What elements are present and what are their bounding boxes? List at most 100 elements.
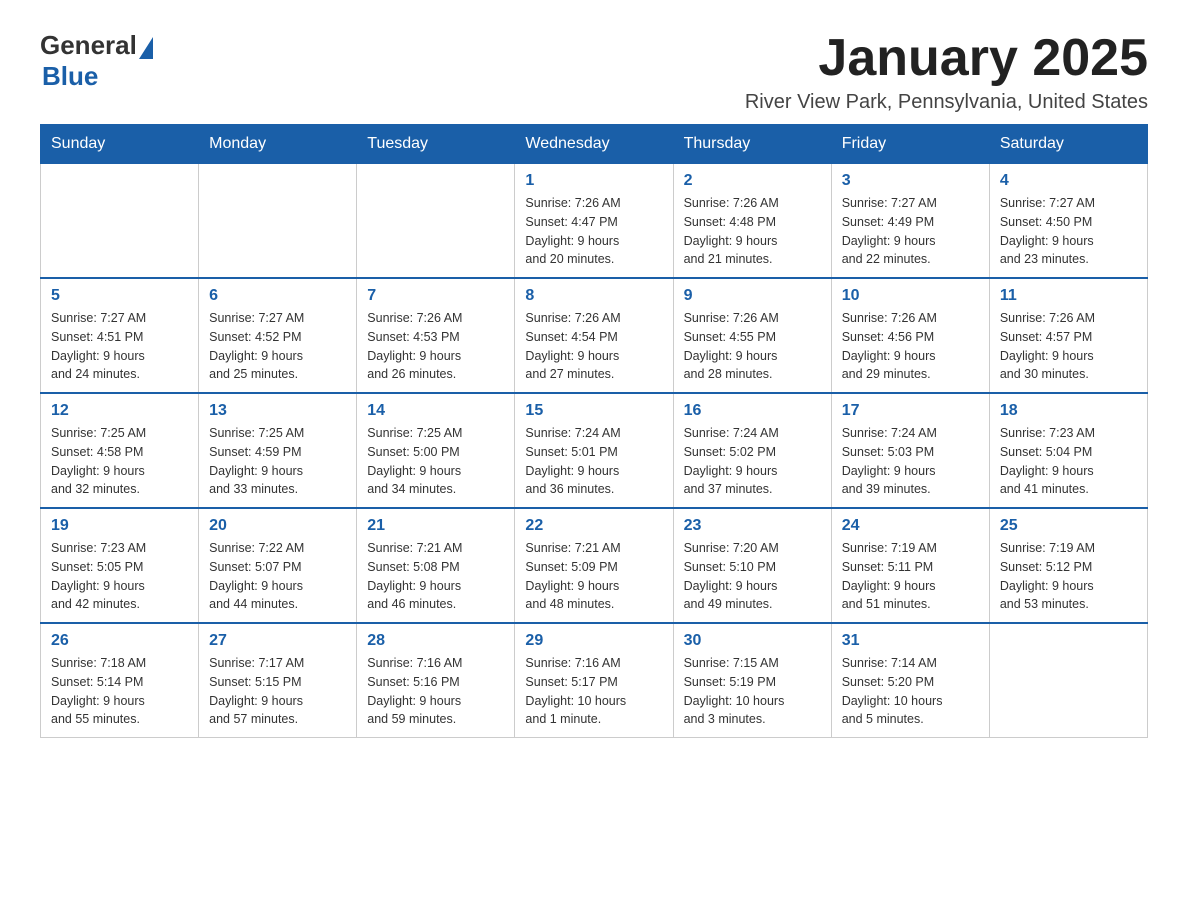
calendar-header-row: SundayMondayTuesdayWednesdayThursdayFrid… [41, 125, 1148, 164]
day-number: 15 [525, 402, 662, 420]
day-info: Sunrise: 7:17 AM Sunset: 5:15 PM Dayligh… [209, 654, 346, 729]
day-number: 4 [1000, 172, 1137, 190]
day-number: 21 [367, 517, 504, 535]
day-info: Sunrise: 7:22 AM Sunset: 5:07 PM Dayligh… [209, 539, 346, 614]
logo-blue-text: Blue [42, 61, 153, 92]
day-number: 20 [209, 517, 346, 535]
day-info: Sunrise: 7:23 AM Sunset: 5:05 PM Dayligh… [51, 539, 188, 614]
calendar-week-row: 26 Sunrise: 7:18 AM Sunset: 5:14 PM Dayli… [41, 623, 1148, 738]
calendar-cell: 29Sunrise: 7:16 AM Sunset: 5:17 PM Dayli… [515, 623, 673, 738]
day-info: Sunrise: 7:19 AM Sunset: 5:11 PM Dayligh… [842, 539, 979, 614]
day-number: 28 [367, 632, 504, 650]
calendar-cell: 23Sunrise: 7:20 AM Sunset: 5:10 PM Dayli… [673, 508, 831, 623]
calendar-header-friday: Friday [831, 125, 989, 164]
calendar-cell: 14Sunrise: 7:25 AM Sunset: 5:00 PM Dayli… [357, 393, 515, 508]
day-number: 18 [1000, 402, 1137, 420]
day-number: 24 [842, 517, 979, 535]
day-info: Sunrise: 7:27 AM Sunset: 4:52 PM Dayligh… [209, 309, 346, 384]
calendar-cell: 8 Sunrise: 7:26 AM Sunset: 4:54 PM Daylig… [515, 278, 673, 393]
calendar-cell: 30 Sunrise: 7:15 AM Sunset: 5:19 PM Dayli… [673, 623, 831, 738]
day-info: Sunrise: 7:26 AM Sunset: 4:48 PM Dayligh… [684, 194, 821, 269]
day-number: 7 [367, 287, 504, 305]
calendar-cell: 25 Sunrise: 7:19 AM Sunset: 5:12 PM Dayli… [989, 508, 1147, 623]
calendar-cell: 28Sunrise: 7:16 AM Sunset: 5:16 PM Dayli… [357, 623, 515, 738]
day-info: Sunrise: 7:21 AM Sunset: 5:09 PM Dayligh… [525, 539, 662, 614]
day-info: Sunrise: 7:25 AM Sunset: 4:59 PM Dayligh… [209, 424, 346, 499]
calendar-cell: 9 Sunrise: 7:26 AM Sunset: 4:55 PM Daylig… [673, 278, 831, 393]
day-number: 6 [209, 287, 346, 305]
calendar-cell: 10 Sunrise: 7:26 AM Sunset: 4:56 PM Dayli… [831, 278, 989, 393]
day-info: Sunrise: 7:21 AM Sunset: 5:08 PM Dayligh… [367, 539, 504, 614]
calendar-week-row: 5 Sunrise: 7:27 AM Sunset: 4:51 PM Daylig… [41, 278, 1148, 393]
day-info: Sunrise: 7:26 AM Sunset: 4:53 PM Dayligh… [367, 309, 504, 384]
day-number: 30 [684, 632, 821, 650]
page-header: General Blue January 2025 River View Par… [40, 30, 1148, 114]
day-info: Sunrise: 7:23 AM Sunset: 5:04 PM Dayligh… [1000, 424, 1137, 499]
calendar-cell: 24 Sunrise: 7:19 AM Sunset: 5:11 PM Dayli… [831, 508, 989, 623]
day-info: Sunrise: 7:26 AM Sunset: 4:57 PM Dayligh… [1000, 309, 1137, 384]
calendar-cell [199, 164, 357, 279]
calendar-header-monday: Monday [199, 125, 357, 164]
day-info: Sunrise: 7:26 AM Sunset: 4:55 PM Dayligh… [684, 309, 821, 384]
day-info: Sunrise: 7:26 AM Sunset: 4:56 PM Dayligh… [842, 309, 979, 384]
calendar-cell: 3 Sunrise: 7:27 AM Sunset: 4:49 PM Daylig… [831, 164, 989, 279]
day-info: Sunrise: 7:15 AM Sunset: 5:19 PM Dayligh… [684, 654, 821, 729]
calendar-header-tuesday: Tuesday [357, 125, 515, 164]
day-number: 9 [684, 287, 821, 305]
day-info: Sunrise: 7:16 AM Sunset: 5:17 PM Dayligh… [525, 654, 662, 729]
day-info: Sunrise: 7:26 AM Sunset: 4:54 PM Dayligh… [525, 309, 662, 384]
location-title: River View Park, Pennsylvania, United St… [745, 91, 1148, 114]
day-number: 2 [684, 172, 821, 190]
day-info: Sunrise: 7:27 AM Sunset: 4:51 PM Dayligh… [51, 309, 188, 384]
day-info: Sunrise: 7:27 AM Sunset: 4:49 PM Dayligh… [842, 194, 979, 269]
day-info: Sunrise: 7:26 AM Sunset: 4:47 PM Dayligh… [525, 194, 662, 269]
calendar-header-wednesday: Wednesday [515, 125, 673, 164]
month-title: January 2025 [745, 30, 1148, 87]
day-number: 22 [525, 517, 662, 535]
calendar-week-row: 12Sunrise: 7:25 AM Sunset: 4:58 PM Dayli… [41, 393, 1148, 508]
day-number: 10 [842, 287, 979, 305]
day-number: 27 [209, 632, 346, 650]
day-number: 19 [51, 517, 188, 535]
day-number: 26 [51, 632, 188, 650]
day-info: Sunrise: 7:19 AM Sunset: 5:12 PM Dayligh… [1000, 539, 1137, 614]
day-number: 1 [525, 172, 662, 190]
calendar-cell: 4Sunrise: 7:27 AM Sunset: 4:50 PM Daylig… [989, 164, 1147, 279]
day-number: 25 [1000, 517, 1137, 535]
calendar-header-sunday: Sunday [41, 125, 199, 164]
day-number: 8 [525, 287, 662, 305]
calendar-cell: 11Sunrise: 7:26 AM Sunset: 4:57 PM Dayli… [989, 278, 1147, 393]
day-number: 12 [51, 402, 188, 420]
calendar-cell: 18 Sunrise: 7:23 AM Sunset: 5:04 PM Dayli… [989, 393, 1147, 508]
calendar-cell [41, 164, 199, 279]
calendar-week-row: 19 Sunrise: 7:23 AM Sunset: 5:05 PM Dayli… [41, 508, 1148, 623]
day-number: 5 [51, 287, 188, 305]
calendar-cell [357, 164, 515, 279]
day-info: Sunrise: 7:14 AM Sunset: 5:20 PM Dayligh… [842, 654, 979, 729]
calendar-table: SundayMondayTuesdayWednesdayThursdayFrid… [40, 124, 1148, 738]
calendar-cell: 2 Sunrise: 7:26 AM Sunset: 4:48 PM Daylig… [673, 164, 831, 279]
day-number: 16 [684, 402, 821, 420]
calendar-cell: 22 Sunrise: 7:21 AM Sunset: 5:09 PM Dayli… [515, 508, 673, 623]
day-info: Sunrise: 7:24 AM Sunset: 5:02 PM Dayligh… [684, 424, 821, 499]
calendar-cell [989, 623, 1147, 738]
day-number: 23 [684, 517, 821, 535]
calendar-cell: 26 Sunrise: 7:18 AM Sunset: 5:14 PM Dayli… [41, 623, 199, 738]
calendar-cell: 17Sunrise: 7:24 AM Sunset: 5:03 PM Dayli… [831, 393, 989, 508]
calendar-cell: 19 Sunrise: 7:23 AM Sunset: 5:05 PM Dayli… [41, 508, 199, 623]
calendar-cell: 31 Sunrise: 7:14 AM Sunset: 5:20 PM Dayli… [831, 623, 989, 738]
day-info: Sunrise: 7:18 AM Sunset: 5:14 PM Dayligh… [51, 654, 188, 729]
day-number: 13 [209, 402, 346, 420]
calendar-cell: 6 Sunrise: 7:27 AM Sunset: 4:52 PM Daylig… [199, 278, 357, 393]
calendar-cell: 20 Sunrise: 7:22 AM Sunset: 5:07 PM Dayli… [199, 508, 357, 623]
day-number: 31 [842, 632, 979, 650]
title-section: January 2025 River View Park, Pennsylvan… [745, 30, 1148, 114]
day-info: Sunrise: 7:24 AM Sunset: 5:03 PM Dayligh… [842, 424, 979, 499]
day-info: Sunrise: 7:24 AM Sunset: 5:01 PM Dayligh… [525, 424, 662, 499]
calendar-cell: 5 Sunrise: 7:27 AM Sunset: 4:51 PM Daylig… [41, 278, 199, 393]
day-number: 3 [842, 172, 979, 190]
calendar-cell: 7 Sunrise: 7:26 AM Sunset: 4:53 PM Daylig… [357, 278, 515, 393]
logo-triangle-icon [139, 37, 153, 59]
calendar-cell: 21 Sunrise: 7:21 AM Sunset: 5:08 PM Dayli… [357, 508, 515, 623]
day-number: 14 [367, 402, 504, 420]
